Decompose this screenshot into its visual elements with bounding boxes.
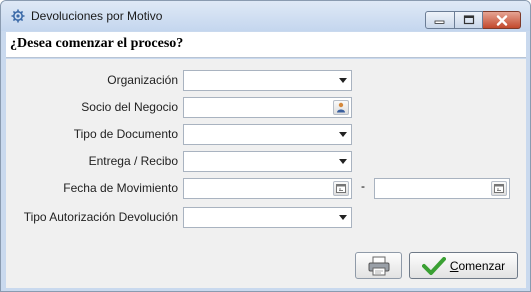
- chevron-down-icon[interactable]: [335, 125, 351, 144]
- gear-icon: [11, 9, 25, 23]
- tipo-documento-select[interactable]: [183, 124, 352, 145]
- close-button[interactable]: [483, 11, 521, 29]
- entrega-label: Entrega / Recibo: [88, 154, 178, 168]
- calendar-icon[interactable]: [491, 181, 507, 196]
- entrega-select[interactable]: [183, 151, 352, 172]
- socio-label: Socio del Negocio: [81, 100, 178, 114]
- printer-icon: [368, 256, 389, 275]
- person-lookup-icon[interactable]: [333, 100, 349, 115]
- parameters-panel: Organización Socio del Negocio Tipo de D…: [6, 59, 526, 288]
- organizacion-select[interactable]: [183, 70, 352, 91]
- tipo-documento-label: Tipo de Documento: [73, 127, 178, 141]
- print-button[interactable]: [355, 252, 402, 279]
- fecha-desde-field[interactable]: [183, 178, 352, 199]
- date-range-separator: -: [361, 179, 365, 193]
- chevron-down-icon[interactable]: [335, 152, 351, 171]
- minimize-button[interactable]: [425, 11, 455, 29]
- minimize-icon: [434, 20, 445, 24]
- close-icon: [496, 14, 507, 26]
- socio-field[interactable]: [183, 97, 352, 118]
- process-question: ¿Desea comenzar el proceso?: [10, 36, 184, 51]
- title-bar[interactable]: Devoluciones por Motivo: [1, 1, 530, 31]
- fecha-label: Fecha de Movimiento: [63, 181, 178, 195]
- calendar-icon[interactable]: [333, 181, 349, 196]
- fecha-hasta-field[interactable]: [374, 178, 510, 199]
- checkmark-icon: [421, 256, 446, 275]
- tipo-autorizacion-label: Tipo Autorización Devolución: [23, 210, 178, 224]
- chevron-down-icon[interactable]: [335, 71, 351, 90]
- organizacion-label: Organización: [107, 73, 178, 87]
- dialog-window: Devoluciones por Motivo ¿Desea comenzar …: [0, 0, 531, 292]
- start-button-label: Comenzar: [449, 258, 506, 273]
- process-header: ¿Desea comenzar el proceso?: [6, 32, 526, 58]
- maximize-button[interactable]: [455, 11, 483, 29]
- start-button[interactable]: Comenzar: [409, 252, 518, 279]
- chevron-down-icon[interactable]: [335, 208, 351, 227]
- window-title: Devoluciones por Motivo: [31, 9, 163, 23]
- maximize-icon: [463, 15, 474, 25]
- tipo-autorizacion-select[interactable]: [183, 207, 352, 228]
